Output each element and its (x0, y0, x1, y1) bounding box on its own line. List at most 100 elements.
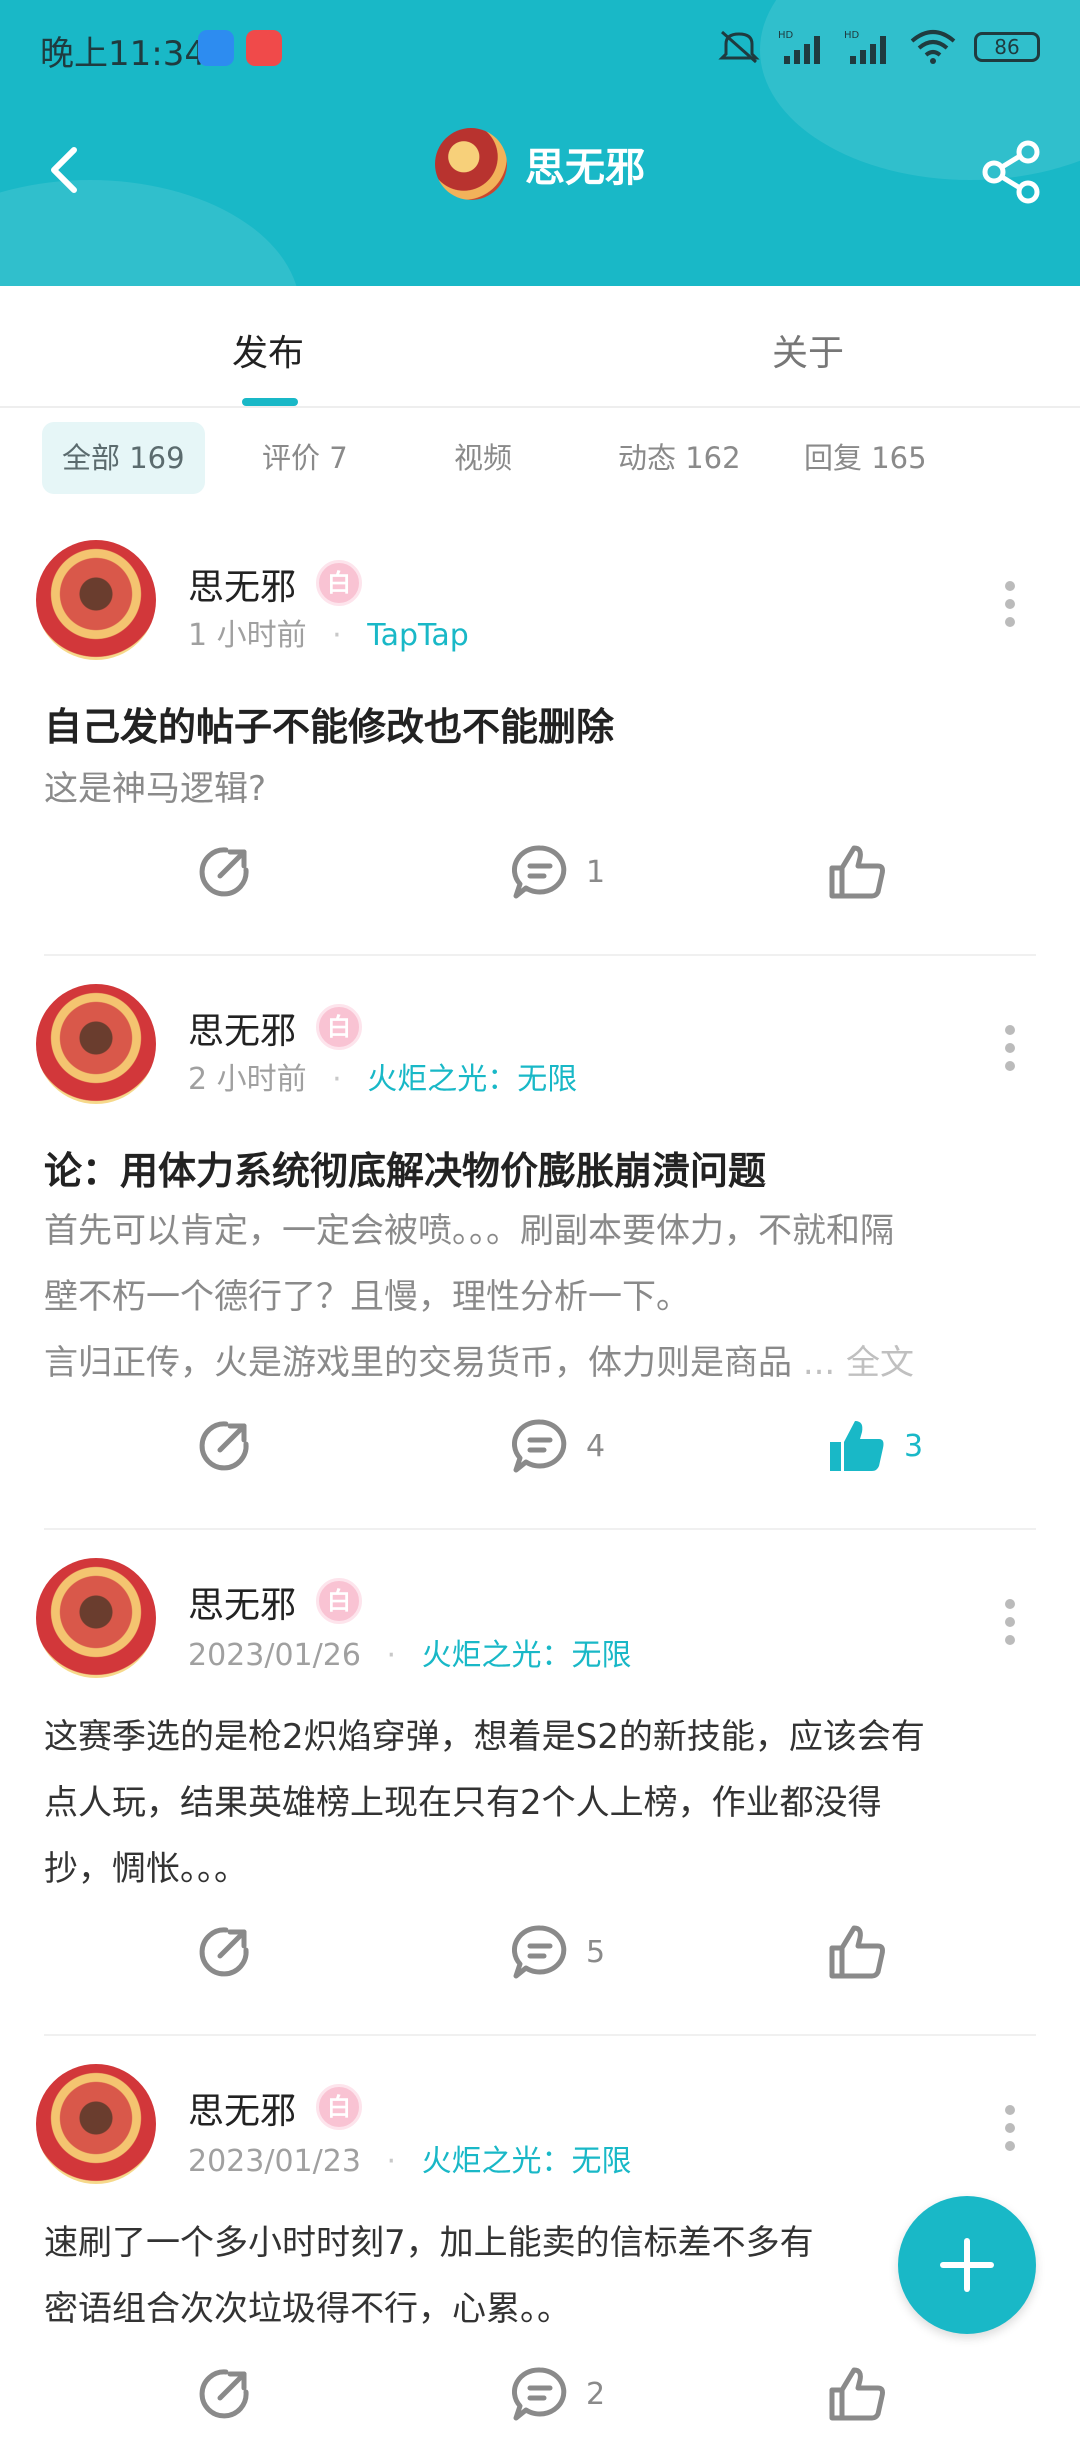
filter-all[interactable]: 全部 169 (42, 422, 205, 494)
post-source[interactable]: TapTap (367, 618, 469, 653)
avatar[interactable] (36, 1558, 156, 1678)
filter-reviews[interactable]: 评价 7 (242, 422, 368, 494)
repost-icon (199, 847, 249, 897)
post-body-line: 抄，惆怅。。。 (44, 1849, 248, 1889)
app-header: 晚上11:34 HD HD 86 思无邪 (0, 0, 1080, 286)
comment-icon (512, 1419, 567, 1473)
comment-icon (512, 1925, 567, 1979)
post-body[interactable]: 首先可以肯定，一定会被喷。。。刷副本要体力，不就和隔 壁不朽一个德行了？且慢，理… (44, 1198, 1044, 1396)
meta-separator: · (386, 1638, 397, 1673)
meta-separator: · (332, 618, 342, 653)
read-more-link[interactable]: ... 全文 (803, 1343, 914, 1383)
share-icon[interactable] (980, 140, 1044, 204)
post-divider (44, 2034, 1036, 2036)
post-body[interactable]: 这是神马逻辑? (44, 756, 1044, 822)
post-meta: 2023/01/26 · 火炬之光：无限 (188, 1630, 632, 1674)
avatar[interactable] (435, 128, 507, 200)
signal-hd-icon: HD (844, 30, 886, 64)
post-body[interactable]: 这赛季选的是枪2炽焰穿弹，想着是S2的新技能，应该会有 点人玩，结果英雄榜上现在… (44, 1704, 1044, 1902)
like-action[interactable]: 3 (828, 1418, 923, 1474)
post-source[interactable]: 火炬之光：无限 (367, 1062, 577, 1097)
tab-about[interactable]: 关于 (772, 324, 844, 376)
post-time: 2023/01/26 (188, 1638, 361, 1673)
wifi-icon (910, 30, 956, 64)
post-source[interactable]: 火炬之光：无限 (422, 1638, 632, 1673)
post-actions: 5 (0, 1924, 1080, 2004)
share-action[interactable] (196, 844, 252, 900)
avatar[interactable] (36, 984, 156, 1104)
comment-action[interactable]: 5 (512, 1924, 605, 1980)
filter-videos[interactable]: 视频 (434, 422, 532, 494)
author-name[interactable]: 思无邪 (188, 2082, 296, 2134)
level-badge: 白 (316, 2084, 362, 2130)
comment-action[interactable]: 4 (512, 1418, 605, 1474)
author-name[interactable]: 思无邪 (188, 1002, 296, 1054)
post-body-line: 言归正传，火是游戏里的交易货币，体力则是商品 ... 全文 (44, 1330, 1044, 1396)
post-source[interactable]: 火炬之光：无限 (422, 2144, 632, 2179)
post-body[interactable]: 速刷了一个多小时时刻7，加上能卖的信标差不多有 密语组合次次垃圾得不行，心累。。 (44, 2210, 1044, 2342)
avatar[interactable] (36, 540, 156, 660)
svg-text:HD: HD (778, 30, 794, 41)
status-time: 晚上11:34 (40, 34, 206, 74)
filter-moments[interactable]: 动态 162 (598, 422, 761, 494)
repost-icon (199, 1421, 249, 1471)
post-time: 2 小时前 (188, 1062, 307, 1097)
post-divider (44, 1528, 1036, 1530)
like-count: 3 (904, 1428, 924, 1464)
thumbs-up-icon (829, 1925, 885, 1979)
post-time: 1 小时前 (188, 618, 307, 653)
post-body-line: 这是神马逻辑? (44, 769, 267, 809)
author-name[interactable]: 思无邪 (188, 558, 296, 610)
thumbs-up-icon (829, 845, 885, 899)
post-body-line-text: 言归正传，火是游戏里的交易货币，体力则是商品 (44, 1343, 792, 1383)
post-actions: 1 (0, 844, 1080, 924)
post-meta: 2 小时前 · 火炬之光：无限 (188, 1054, 577, 1098)
share-action[interactable] (196, 2366, 252, 2422)
thumbs-up-filled-icon (830, 1421, 884, 1471)
active-tab-indicator (242, 398, 298, 406)
meta-separator: · (386, 2144, 397, 2179)
share-action[interactable] (196, 1924, 252, 1980)
post-body-line: 点人玩，结果英雄榜上现在只有2个人上榜，作业都没得 (44, 1783, 882, 1823)
comment-count: 2 (586, 2376, 606, 2412)
post-time: 2023/01/23 (188, 2144, 361, 2179)
thumbs-up-icon (829, 2367, 885, 2421)
battery-indicator: 86 (974, 32, 1040, 62)
svg-text:HD: HD (844, 30, 860, 41)
post-title[interactable]: 论：用体力系统彻底解决物价膨胀崩溃问题 (44, 1140, 766, 1195)
new-post-button[interactable] (898, 2196, 1036, 2334)
mute-icon (718, 30, 760, 64)
more-options-icon[interactable] (1004, 2104, 1016, 2152)
more-options-icon[interactable] (1004, 1024, 1016, 1072)
comment-icon (512, 2367, 567, 2421)
post-title[interactable]: 自己发的帖子不能修改也不能删除 (44, 696, 614, 751)
repost-icon (199, 1927, 249, 1977)
profile-tabs: 发布 关于 (0, 286, 1080, 408)
filter-replies[interactable]: 回复 165 (784, 422, 947, 494)
filter-chips: 全部 169 评价 7 视频 动态 162 回复 165 (0, 420, 1080, 520)
comment-action[interactable]: 1 (512, 844, 605, 900)
more-options-icon[interactable] (1004, 580, 1016, 628)
repost-icon (199, 2369, 249, 2419)
comment-action[interactable]: 2 (512, 2366, 605, 2422)
post-body-line: 壁不朽一个德行了？且慢，理性分析一下。 (44, 1277, 690, 1317)
post-body-line: 首先可以肯定，一定会被喷。。。刷副本要体力，不就和隔 (44, 1211, 894, 1251)
avatar[interactable] (36, 2064, 156, 2184)
level-badge: 白 (316, 1578, 362, 1624)
post-actions: 4 3 (0, 1418, 1080, 1498)
author-name[interactable]: 思无邪 (188, 1576, 296, 1628)
notification-app-icon (198, 30, 234, 66)
like-action[interactable] (828, 1924, 886, 1980)
comment-icon (512, 845, 567, 899)
like-action[interactable] (828, 844, 886, 900)
notification-app-icon (246, 30, 282, 66)
share-action[interactable] (196, 1418, 252, 1474)
like-action[interactable] (828, 2366, 886, 2422)
status-indicators: HD HD 86 (718, 28, 1040, 66)
more-options-icon[interactable] (1004, 1598, 1016, 1646)
comment-count: 1 (586, 854, 606, 890)
tab-posts[interactable]: 发布 (232, 324, 304, 376)
post-meta: 1 小时前 · TapTap (188, 610, 469, 654)
comment-count: 5 (586, 1934, 606, 1970)
comment-count: 4 (586, 1428, 606, 1464)
